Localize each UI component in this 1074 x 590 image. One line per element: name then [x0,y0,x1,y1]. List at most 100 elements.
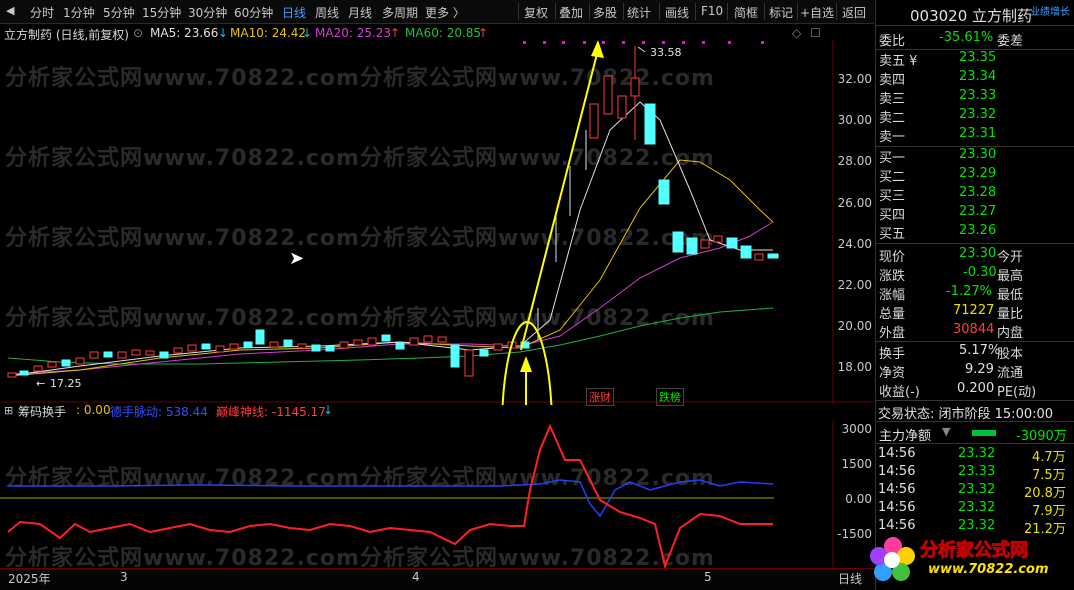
y-tick: 28.00 [837,154,872,168]
y-tick: 32.00 [837,72,872,86]
ask-row[interactable]: 卖三 23.33 [879,88,1072,107]
low-price-label: 17.25 [50,377,82,390]
quote-panel: 003020 立方制药 业绩增长 委比 -35.61% 委差 卖五 ¥23.35… [870,0,1074,590]
y-tick: 26.00 [837,196,872,210]
bid-row[interactable]: 买一 23.30 [879,147,1072,166]
period-tab-daily[interactable]: 日线 [282,4,306,21]
tick-row: 14:56 23.33 7.5万 [878,464,1066,483]
ask-row[interactable]: 卖一 23.31 [879,126,1072,145]
indicator-value: : 0.00 [76,403,111,417]
ask-row[interactable]: 卖二 23.32 [879,107,1072,126]
stats-button[interactable]: 统计 [627,4,651,21]
stock-code-name: 003020 立方制药 [910,7,1033,25]
draw-line-button[interactable]: 画线 [665,4,689,21]
stat-row: 收益(-) 0.200 PE(动) [879,381,1037,400]
y-tick: 30.00 [837,113,872,127]
bid-row[interactable]: 买二 23.29 [879,166,1072,185]
ma60-label: MA60: 20.85 [405,26,482,40]
x-label: 3 [120,570,128,584]
indicator-line2: 巅峰神线: -1145.17 [216,405,326,419]
y-tick: 18.00 [837,360,872,374]
tick-row: 14:56 23.32 4.7万 [878,446,1066,465]
collapse-arrow-icon[interactable]: ◀ [6,4,14,17]
f10-button[interactable]: F10 [701,4,723,18]
indicator-y-tick: 0.00 [845,492,872,506]
ma10-down-arrow-icon: ↓ [302,26,313,40]
x-label: 4 [412,570,420,584]
logo-text: 分析家公式网 [920,540,1029,562]
weibi-row: 委比 -35.61% 委差 [879,30,1024,49]
indicator-expand-icon[interactable]: ⊞ [4,404,13,417]
indicator-line1: 德手脉动: 538.44 [110,405,208,419]
up-rank-badge[interactable]: 涨财 [586,388,614,406]
period-tab-monthly[interactable]: 月线 [348,4,372,21]
ask-row[interactable]: 卖五 ¥23.35 [879,50,1072,69]
y-tick: 22.00 [837,278,872,292]
period-tab-multi[interactable]: 多周期 [382,4,418,21]
overlay-button[interactable]: 叠加 [559,4,583,21]
ask-row[interactable]: 卖四 23.34 [879,69,1072,88]
period-tab-weekly[interactable]: 周线 [315,4,339,21]
quote-row: 总量 71227 量比 [879,303,1024,322]
high-price-label: 33.58 [650,46,682,59]
ma5-down-arrow-icon: ↓ [218,26,229,40]
indicator-name: 筹码换手 [18,405,67,419]
period-tab-15min[interactable]: 15分钟 [142,4,181,21]
down-rank-badge[interactable]: 跌榜 [656,388,684,406]
indicator-down-arrow-icon: ↓ [323,403,334,417]
y-tick: 20.00 [837,319,872,333]
x-label: 5 [704,570,712,584]
indicator-y-tick: -1500 [837,527,872,541]
simple-frame-button[interactable]: 简框 [734,4,758,21]
period-toolbar: ◀ 分时 1分钟 5分钟 15分钟 30分钟 60分钟 日线 周线 月线 多周期… [0,0,874,24]
quote-row: 涨跌 -0.30 最高 [879,265,1024,284]
main-flow-dropdown-icon[interactable]: ▼ [942,425,950,438]
bid-row[interactable]: 买三 23.28 [879,185,1072,204]
tick-row: 14:56 23.32 7.9万 [878,500,1066,519]
period-tab-30min[interactable]: 30分钟 [188,4,227,21]
back-button[interactable]: 返回 [842,4,866,21]
x-label: 2025年 [8,572,51,586]
window-close-icon[interactable]: ☐ [810,26,821,40]
indicator-chart [0,420,834,568]
site-logo: 分析家公式网 www.70822.com [868,532,1074,588]
indicator-y-tick: 1500 [841,457,872,471]
tag-badge[interactable]: 业绩增长 [1030,3,1070,18]
multi-stock-button[interactable]: 多股 [593,4,617,21]
mark-button[interactable]: 标记 [769,4,793,21]
ma20-label: MA20: 25.23 [315,26,392,40]
quote-row: 外盘 30844 内盘 [879,322,1024,341]
period-tab-5min[interactable]: 5分钟 [103,4,135,21]
period-tab-60min[interactable]: 60分钟 [234,4,273,21]
main-flow-value: -3090万 [1016,429,1067,444]
stat-row: 换手 5.17% 股本 [879,343,1024,362]
main-flow-label: 主力净额 [879,429,932,444]
ma20-up-arrow-icon: ↑ [390,26,401,40]
trade-status: 交易状态: 闭市阶段 15:00:00 [878,407,1054,422]
bid-row[interactable]: 买四 23.27 [879,204,1072,223]
quote-row: 涨幅 -1.27% 最低 [879,284,1024,303]
ma5-label: MA5: 23.66 [150,26,219,40]
y-tick: 24.00 [837,237,872,251]
diamond-icon[interactable]: ◇ [792,26,801,40]
ma10-label: MA10: 24.42 [230,26,307,40]
indicator-y-tick: 3000 [841,422,872,436]
bid-row[interactable]: 买五 23.26 [879,223,1072,242]
tick-row: 14:56 23.32 20.8万 [878,482,1066,501]
settings-dropdown-icon[interactable]: ⊙ [133,26,143,40]
logo-url: www.70822.com [928,562,1049,577]
flower-logo-icon [870,537,915,581]
fuquan-button[interactable]: 复权 [524,4,548,21]
period-tab-fenshi[interactable]: 分时 [30,4,54,21]
ma60-up-arrow-icon: ↑ [478,26,489,40]
x-axis [0,568,874,590]
period-tag[interactable]: 日线 [838,570,862,587]
quote-row: 现价 23.30 今开 [879,246,1024,265]
kline-chart [0,40,874,405]
period-tab-more[interactable]: 更多 〉 [425,4,465,21]
period-tab-1min[interactable]: 1分钟 [63,4,95,21]
mouse-cursor-icon: ➤ [289,248,305,269]
stat-row: 净资 9.29 流通 [879,362,1024,381]
add-favorite-button[interactable]: +自选 [800,4,834,21]
low-arrow-icon: ← [36,377,46,390]
